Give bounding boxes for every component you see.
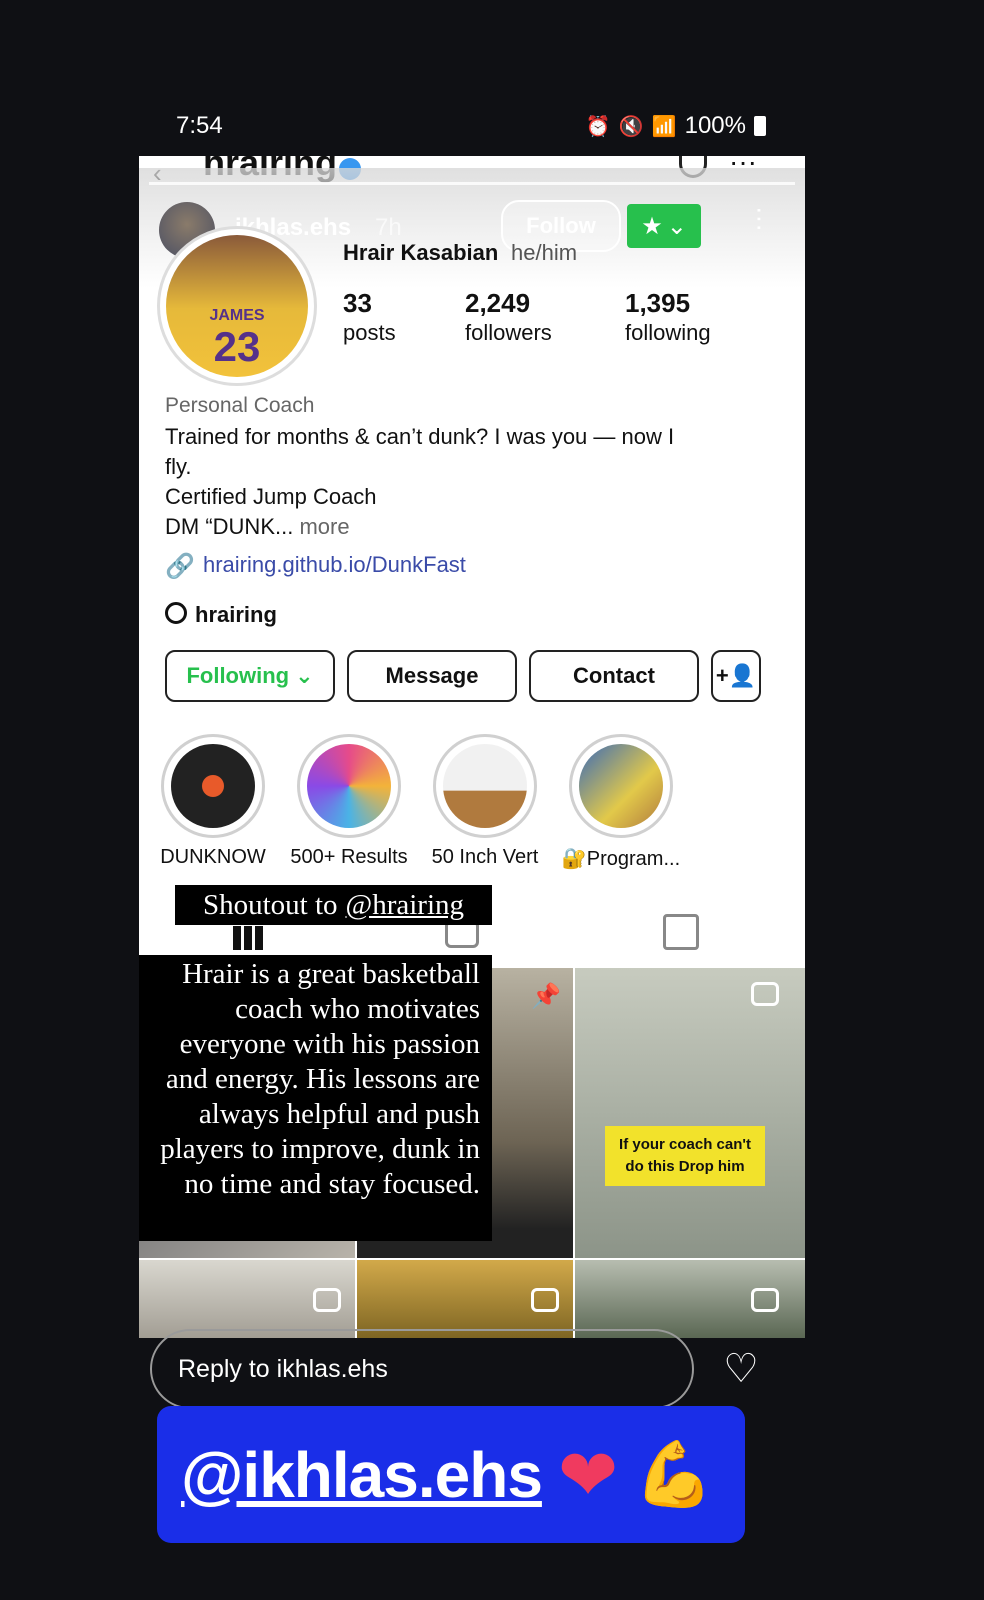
post-caption-overlay: If your coach can't do this Drop him (605, 1126, 765, 1186)
stat-followers-count: 2,249 (465, 288, 531, 318)
stat-posts-count: 33 (343, 288, 372, 318)
highlight-dunknow[interactable]: DUNKNOW (160, 734, 266, 868)
add-user-button[interactable]: +👤 (711, 650, 761, 702)
link-icon: 🔗 (165, 553, 195, 580)
grid-post-reel[interactable]: If your coach can't do this Drop him (575, 968, 805, 1258)
stat-followers-label: followers (465, 320, 552, 345)
following-label: Following (186, 663, 290, 688)
highlight-ring (569, 734, 673, 838)
status-bar: 7:54 ⏰ 🔇 📶 100% (176, 112, 766, 142)
highlight-ring (161, 734, 265, 838)
reel-icon (531, 1288, 559, 1312)
profile-photo: JAMES 23 (166, 235, 308, 377)
testimonial-text: Hrair is a great basketball coach who mo… (139, 955, 492, 1241)
stat-following-count: 1,395 (625, 288, 691, 318)
flexed-biceps-emoji-icon: 💪 (634, 1438, 714, 1510)
stat-posts[interactable]: 33 posts (343, 288, 396, 348)
highlight-program[interactable]: 🔐Program... (562, 734, 680, 870)
grid-tab-icon[interactable] (233, 926, 263, 950)
profile-category: Personal Coach (165, 394, 315, 417)
mention-sticker[interactable]: @ikhlas.ehs ❤ 💪 (157, 1406, 745, 1543)
stat-followers[interactable]: 2,249 followers (465, 288, 552, 348)
status-time: 7:54 (176, 112, 223, 139)
threads-icon (165, 602, 187, 624)
highlight-cover (307, 744, 391, 828)
mention-handle[interactable]: @ikhlas.ehs (181, 1438, 543, 1512)
star-icon: ★ (641, 212, 663, 240)
threads-handle[interactable]: hrairing (195, 602, 277, 628)
highlight-cover (443, 744, 527, 828)
story-time-ago: 7h (375, 214, 402, 241)
grid-post-reel[interactable] (575, 1260, 805, 1338)
message-button[interactable]: Message (347, 650, 517, 702)
profile-full-name: Hrair Kasabian (343, 240, 499, 265)
bio-line-last: DM “DUNK... more (165, 514, 350, 540)
stat-following[interactable]: 1,395 following (625, 288, 711, 348)
highlight-results[interactable]: 500+ Results (290, 734, 408, 868)
profile-link[interactable]: hrairing.github.io/DunkFast (203, 552, 466, 578)
reply-input[interactable]: Reply to ikhlas.ehs (150, 1329, 694, 1409)
bio-more-link[interactable]: more (299, 514, 349, 539)
highlight-label: 🔐Program... (561, 848, 681, 870)
profile-pronouns: he/him (511, 240, 578, 265)
battery-icon (754, 116, 766, 136)
story-more-icon[interactable]: ··· (745, 206, 776, 232)
battery-level: 100% (684, 112, 746, 139)
bio-line: Certified Jump Coach (165, 484, 377, 509)
highlight-cover (579, 744, 663, 828)
bio-text: DM “DUNK... (165, 514, 294, 539)
shoutout-prefix: Shoutout to (202, 888, 338, 921)
grid-post-reel[interactable] (139, 1260, 355, 1338)
contact-button[interactable]: Contact (529, 650, 699, 702)
bio-line: Trained for months & can’t dunk? I was y… (165, 424, 675, 449)
following-button[interactable]: Following ⌄ (165, 650, 335, 702)
chevron-down-icon: ⌄ (666, 212, 687, 240)
tagged-tab-icon[interactable] (663, 914, 699, 950)
pin-icon: 📌 (531, 983, 561, 1010)
profile-picture[interactable]: JAMES 23 (157, 226, 317, 386)
story-progress-bar (149, 182, 795, 185)
add-user-icon: +👤 (715, 663, 757, 688)
reel-icon (751, 1288, 779, 1312)
alarm-icon: ⏰ (585, 115, 611, 138)
shoutout-mention[interactable]: @hrairing (346, 889, 465, 922)
stat-following-label: following (625, 320, 711, 345)
mute-icon: 🔇 (618, 115, 644, 138)
status-icons: ⏰ 🔇 📶 100% (586, 112, 766, 140)
stat-posts-label: posts (343, 320, 396, 345)
reel-icon (313, 1288, 341, 1312)
wifi-icon: 📶 (651, 115, 677, 138)
highlight-vert[interactable]: 50 Inch Vert (432, 734, 538, 868)
like-heart-icon[interactable]: ♡ (720, 1349, 762, 1389)
shoutout-caption: Shoutout to @hrairing (175, 885, 492, 925)
highlight-ring (433, 734, 537, 838)
heart-emoji-icon: ❤ (557, 1435, 619, 1516)
reel-icon (751, 982, 779, 1006)
chevron-down-icon: ⌄ (295, 663, 314, 688)
highlight-ring (297, 734, 401, 838)
jersey-number: 23 (213, 323, 261, 370)
grid-post-reel[interactable] (357, 1260, 573, 1338)
favorites-button[interactable]: ★ ⌄ (627, 204, 701, 248)
highlight-cover (171, 744, 255, 828)
bio-line: fly. (165, 454, 192, 479)
